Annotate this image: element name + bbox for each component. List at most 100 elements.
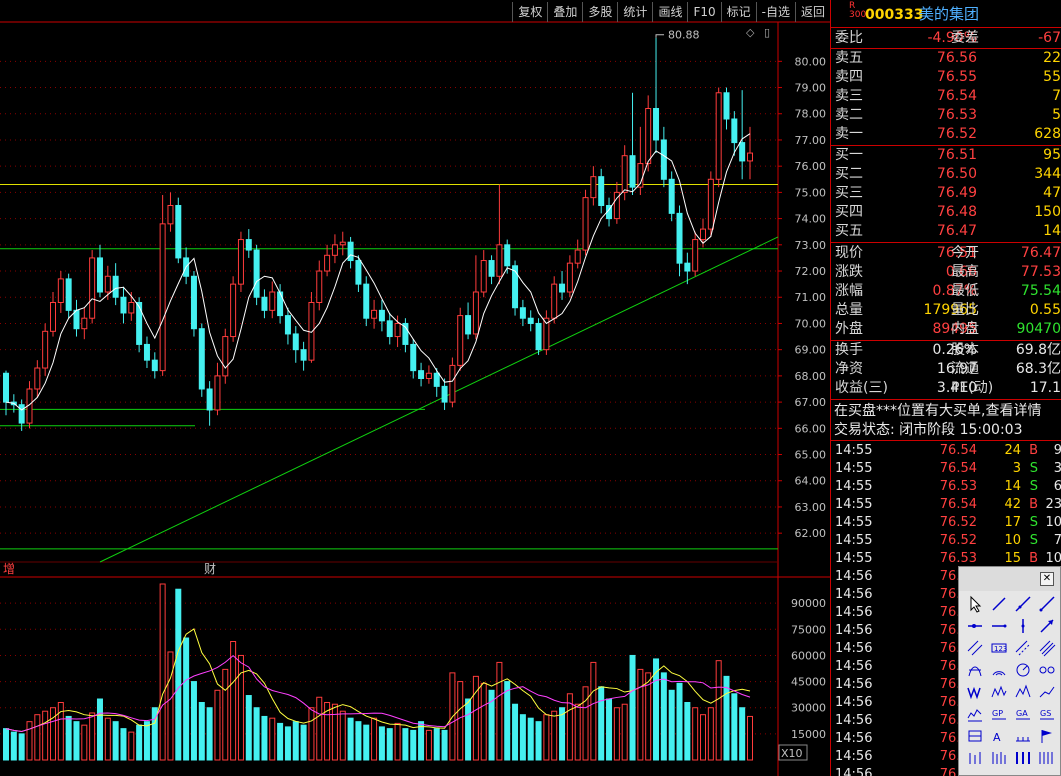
toolbar-button-8[interactable]: 返回 xyxy=(794,2,830,22)
toolbar-button-7[interactable]: -自选 xyxy=(755,2,795,22)
bar-tool-icon[interactable] xyxy=(963,747,987,769)
price-line-tool-icon[interactable] xyxy=(963,615,987,637)
zigzag-tool-icon[interactable] xyxy=(987,681,1011,703)
gann-tool-icon[interactable] xyxy=(963,703,987,725)
bars4-tool-icon[interactable] xyxy=(1035,747,1059,769)
bid-row[interactable]: 买二 76.50 344 xyxy=(831,165,1061,184)
toolbar-button-4[interactable]: 画线 xyxy=(652,2,687,22)
tick-row[interactable]: 14:55 76.52 10 S 7 xyxy=(831,532,1061,550)
drawing-toolbox[interactable]: ✕ 123 GP GA GS A xyxy=(958,566,1061,776)
channel-tool-icon[interactable] xyxy=(1011,637,1035,659)
segment-tool-icon[interactable] xyxy=(987,593,1011,615)
quote-row[interactable]: 涨跌 0.66 最高 77.53 xyxy=(831,263,1061,282)
tick-row[interactable]: 14:55 76.52 17 S 10 xyxy=(831,514,1061,532)
ask-row[interactable]: 卖四 76.55 55 xyxy=(831,68,1061,87)
quote-row[interactable]: 总量 179965 量比 0.55 xyxy=(831,301,1061,320)
volume-bar xyxy=(253,707,260,761)
hline-tool-icon[interactable] xyxy=(987,615,1011,637)
volume-bar xyxy=(747,715,753,761)
order-notice[interactable]: 在买盘***位置有大买单,查看详情 xyxy=(834,402,1061,421)
box-tool-icon[interactable] xyxy=(963,725,987,747)
parallel-tool-icon[interactable] xyxy=(963,637,987,659)
tick-row[interactable]: 14:55 76.54 24 B 9 xyxy=(831,442,1061,460)
fund-row[interactable]: 收益(三) 3.410 PE(动) 17.1 xyxy=(831,379,1061,398)
ga-tool-icon[interactable]: GA xyxy=(1011,703,1035,725)
bid-row[interactable]: 买一 76.51 95 xyxy=(831,146,1061,165)
line-tool-icon[interactable] xyxy=(1011,593,1035,615)
arc-tool-icon[interactable] xyxy=(987,659,1011,681)
tick-row[interactable]: 14:55 76.54 42 B 23 xyxy=(831,496,1061,514)
toolbar-button-6[interactable]: 标记 xyxy=(720,2,756,22)
ask-row[interactable]: 卖三 76.54 7 xyxy=(831,87,1061,106)
cursor-tool-icon[interactable] xyxy=(963,593,987,615)
volume-bar xyxy=(371,717,378,761)
kline-chart[interactable]: 80.00 79.00 78.00 77.00 76.00 75.00 74.00 73.00… xyxy=(0,0,830,776)
candle-body xyxy=(151,359,158,372)
window-toggle-icon[interactable]: ▯ xyxy=(764,26,770,39)
price-tick-label: 69.00 xyxy=(795,344,827,357)
bid-price: 76.49 xyxy=(936,185,977,201)
candle-body xyxy=(378,309,385,322)
price-tick-label: 67.00 xyxy=(795,396,827,409)
trend-tool-icon[interactable] xyxy=(1035,681,1059,703)
circle-tool-icon[interactable] xyxy=(1011,659,1035,681)
ask-row[interactable]: 卖一 76.52 628 xyxy=(831,125,1061,144)
bid-row[interactable]: 买三 76.49 47 xyxy=(831,184,1061,203)
toolbar-button-1[interactable]: 叠加 xyxy=(547,2,582,22)
stock-code[interactable]: 000333 xyxy=(865,6,923,25)
candle-body xyxy=(472,291,479,335)
tick-time: 14:56 xyxy=(835,695,873,710)
wave-tool-icon[interactable] xyxy=(963,681,987,703)
label-tool-icon[interactable]: 123 xyxy=(987,637,1011,659)
toolbar-button-3[interactable]: 统计 xyxy=(617,2,652,22)
stock-name[interactable]: 美的集团 xyxy=(919,5,979,24)
volume-bar xyxy=(684,701,691,761)
tick-row[interactable]: 14:55 76.54 3 S 3 xyxy=(831,460,1061,478)
quote-row[interactable]: 外盘 89495 内盘 90470 xyxy=(831,320,1061,339)
volume-bar xyxy=(441,729,448,761)
bid-row[interactable]: 买五 76.47 14 xyxy=(831,222,1061,241)
volume-bar xyxy=(504,681,511,761)
flag-tool-icon[interactable] xyxy=(1035,725,1059,747)
tick-price: 76.54 xyxy=(939,461,977,476)
tick-row[interactable]: 14:55 76.53 14 S 6 xyxy=(831,478,1061,496)
cycle-tool-icon[interactable] xyxy=(1035,659,1059,681)
volume-bar xyxy=(386,728,393,761)
fib-tool-icon[interactable] xyxy=(963,659,987,681)
candle-body xyxy=(89,257,96,319)
bars2-tool-icon[interactable] xyxy=(987,747,1011,769)
toolbar-button-0[interactable]: 复权 xyxy=(512,2,547,22)
volume-bar xyxy=(598,686,605,761)
tick-time: 14:56 xyxy=(835,641,873,656)
fund-row[interactable]: 换手 0.26% 股本 69.8亿 xyxy=(831,341,1061,360)
quote-row[interactable]: 现价 76.51 今开 76.47 xyxy=(831,244,1061,263)
quote-label: 外盘 xyxy=(835,321,863,337)
bid-row[interactable]: 买四 76.48 150 xyxy=(831,203,1061,222)
drawing-toolbox-titlebar[interactable]: ✕ xyxy=(959,567,1060,591)
volume-bar xyxy=(73,721,80,761)
ask-row[interactable]: 卖五 76.56 22 xyxy=(831,49,1061,68)
tick-price: 76.54 xyxy=(939,443,977,458)
close-icon[interactable]: ✕ xyxy=(1040,572,1054,586)
text-tool-icon[interactable]: A xyxy=(987,725,1011,747)
diamond-icon[interactable]: ◇ xyxy=(746,26,754,39)
ask-row[interactable]: 卖二 76.53 5 xyxy=(831,106,1061,125)
ray-tool-icon[interactable] xyxy=(1035,593,1059,615)
bars3-tool-icon[interactable] xyxy=(1011,747,1035,769)
arrow-tool-icon[interactable] xyxy=(1035,615,1059,637)
fund-row[interactable]: 净资 16.97 流通 68.3亿 xyxy=(831,360,1061,379)
trend-line xyxy=(99,236,779,563)
gp-tool-icon[interactable]: GP xyxy=(987,703,1011,725)
vline-tool-icon[interactable] xyxy=(1011,615,1035,637)
quote-row[interactable]: 涨幅 0.87% 最低 75.54 xyxy=(831,282,1061,301)
toolbar-button-2[interactable]: 多股 xyxy=(582,2,617,22)
volume-bar xyxy=(519,714,526,761)
channel2-tool-icon[interactable] xyxy=(1035,637,1059,659)
kline-chart-area[interactable]: 80.00 79.00 78.00 77.00 76.00 75.00 74.00 73.00… xyxy=(0,0,830,776)
ruler-tool-icon[interactable] xyxy=(1011,725,1035,747)
candle-body xyxy=(245,239,252,251)
peak-tool-icon[interactable] xyxy=(1011,681,1035,703)
toolbar-button-5[interactable]: F10 xyxy=(687,2,720,22)
gs-tool-icon[interactable]: GS xyxy=(1035,703,1059,725)
volume-bar xyxy=(496,661,503,761)
